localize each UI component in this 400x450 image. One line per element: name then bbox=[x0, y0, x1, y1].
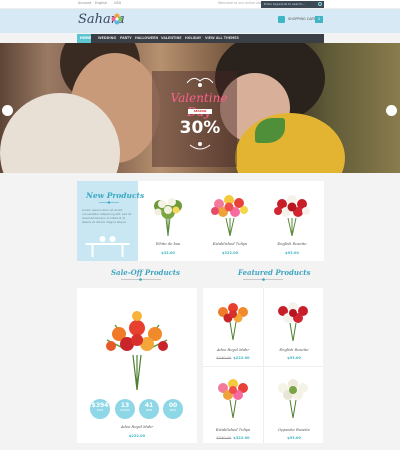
product-image-orange-bouquet[interactable] bbox=[212, 296, 254, 340]
ornament-bottom-icon bbox=[189, 142, 211, 150]
countdown-mins: 41 MINS bbox=[139, 399, 159, 419]
countdown-secs-unit: SECS bbox=[169, 409, 177, 412]
currency-link[interactable]: USD bbox=[114, 1, 121, 5]
nav-item-party[interactable]: PARTY bbox=[120, 36, 132, 40]
countdown-hours-unit: HOURS bbox=[120, 409, 130, 412]
countdown-mins-value: 41 bbox=[144, 402, 154, 409]
new-products-description: Lorem ipsum dolor sit amet, consectetur … bbox=[82, 208, 132, 224]
product-image-mixed-tulips[interactable] bbox=[212, 372, 254, 418]
search-icon[interactable] bbox=[318, 2, 322, 6]
nav-item-home[interactable]: HOME bbox=[80, 36, 91, 40]
language-link[interactable]: English bbox=[95, 1, 107, 5]
countdown-days-unit: DAYS bbox=[96, 409, 104, 412]
cart-label: SHOPPING CART bbox=[288, 17, 316, 21]
title-divider-icon bbox=[99, 201, 119, 204]
featured-title: Featured Products bbox=[238, 268, 311, 277]
sale-product-price: $222.00 bbox=[128, 434, 146, 438]
product-image-orange-lily-bouquet[interactable] bbox=[97, 300, 177, 390]
featured-product-name[interactable]: Established Tulips bbox=[205, 428, 261, 432]
current-price: $222.00 bbox=[233, 356, 250, 360]
nav-item-wedding[interactable]: WEDDING bbox=[98, 36, 116, 40]
old-price: $330.00 bbox=[216, 436, 232, 440]
product-image-red-roses[interactable] bbox=[270, 188, 314, 236]
product-name[interactable]: Established Tulips bbox=[207, 242, 253, 246]
table-decoration-icon bbox=[85, 236, 130, 257]
hero-banner[interactable]: Valentine Day SEASON 30% bbox=[0, 43, 400, 173]
nav-item-halloween[interactable]: HALLOWEEN bbox=[135, 36, 158, 40]
cart-count-badge: 0 bbox=[315, 16, 323, 23]
countdown-days: $394 DAYS bbox=[90, 399, 110, 419]
featured-product-name[interactable]: Adeo Royal Mahr bbox=[205, 348, 261, 352]
featured-product-name[interactable]: Opposite Roseite bbox=[266, 428, 322, 432]
featured-grid-hline bbox=[203, 366, 323, 367]
main-nav: HOME WEDDING PARTY HALLOWEEN VALENTINE H… bbox=[77, 34, 324, 43]
hero-next-arrow-icon[interactable] bbox=[386, 105, 397, 116]
header: Sahara SHOPPING CART 0 bbox=[0, 9, 400, 33]
product-price: $33.00 bbox=[161, 251, 175, 255]
product-image-mixed-bouquet[interactable] bbox=[207, 188, 253, 236]
nav-item-valentine[interactable]: VALENTINE bbox=[161, 36, 181, 40]
divider-dot-icon bbox=[139, 278, 142, 281]
welcome-text: Welcome to our online store bbox=[218, 1, 265, 5]
countdown-days-value: $394 bbox=[91, 402, 109, 409]
hero-prev-arrow-icon[interactable] bbox=[2, 105, 13, 116]
countdown-hours-value: 13 bbox=[120, 402, 130, 409]
nav-item-holiday[interactable]: HOLIDAY bbox=[185, 36, 201, 40]
current-price: $322.00 bbox=[233, 436, 250, 440]
nav-item-view-all-themes[interactable]: VIEW ALL THEMES bbox=[205, 36, 239, 40]
product-name[interactable]: White de bou bbox=[146, 242, 190, 246]
product-image-white-bouquet[interactable] bbox=[272, 372, 314, 418]
sale-product-name[interactable]: Adeo Royal Mahr bbox=[97, 425, 177, 429]
account-link[interactable]: Account bbox=[78, 1, 91, 5]
top-bar: Account English USD Welcome to our onlin… bbox=[0, 0, 400, 9]
featured-product-price: $330.00 $322.00 bbox=[205, 436, 261, 440]
product-image-white-bouquet[interactable] bbox=[146, 190, 190, 236]
current-price: $93.00 bbox=[287, 356, 301, 360]
ornament-icon bbox=[186, 77, 214, 87]
product-image-red-white-roses[interactable] bbox=[272, 295, 314, 341]
product-price: $322.00 bbox=[221, 251, 239, 255]
hero-subtitle: SEASON bbox=[188, 109, 212, 114]
sale-off-title: Sale-Off Products bbox=[111, 268, 180, 277]
countdown-hours: 13 HOURS bbox=[115, 399, 135, 419]
featured-product-name[interactable]: English Roseite bbox=[266, 348, 322, 352]
current-price: $93.00 bbox=[287, 436, 301, 440]
featured-product-price: $93.00 bbox=[266, 356, 322, 360]
hero-discount: 30% bbox=[179, 118, 221, 138]
product-price: $93.00 bbox=[285, 251, 299, 255]
divider-dot-icon bbox=[262, 278, 265, 281]
featured-product-price: $230.00 $222.00 bbox=[205, 356, 261, 360]
countdown-secs: 00 SECS bbox=[163, 399, 183, 419]
countdown-mins-unit: MINS bbox=[145, 409, 153, 412]
hero-title: Valentine Day bbox=[170, 91, 228, 119]
new-products-title: New Products bbox=[86, 191, 145, 200]
cart-icon bbox=[278, 16, 285, 23]
old-price: $230.00 bbox=[216, 356, 232, 360]
featured-product-price: $93.00 bbox=[266, 436, 322, 440]
countdown-secs-value: 00 bbox=[168, 402, 178, 409]
logo-flower-icon bbox=[111, 13, 123, 25]
search-placeholder: Enter keywords to search... bbox=[264, 2, 305, 6]
product-name[interactable]: English Roseite bbox=[270, 242, 314, 246]
search-input[interactable]: Enter keywords to search... bbox=[261, 1, 324, 8]
